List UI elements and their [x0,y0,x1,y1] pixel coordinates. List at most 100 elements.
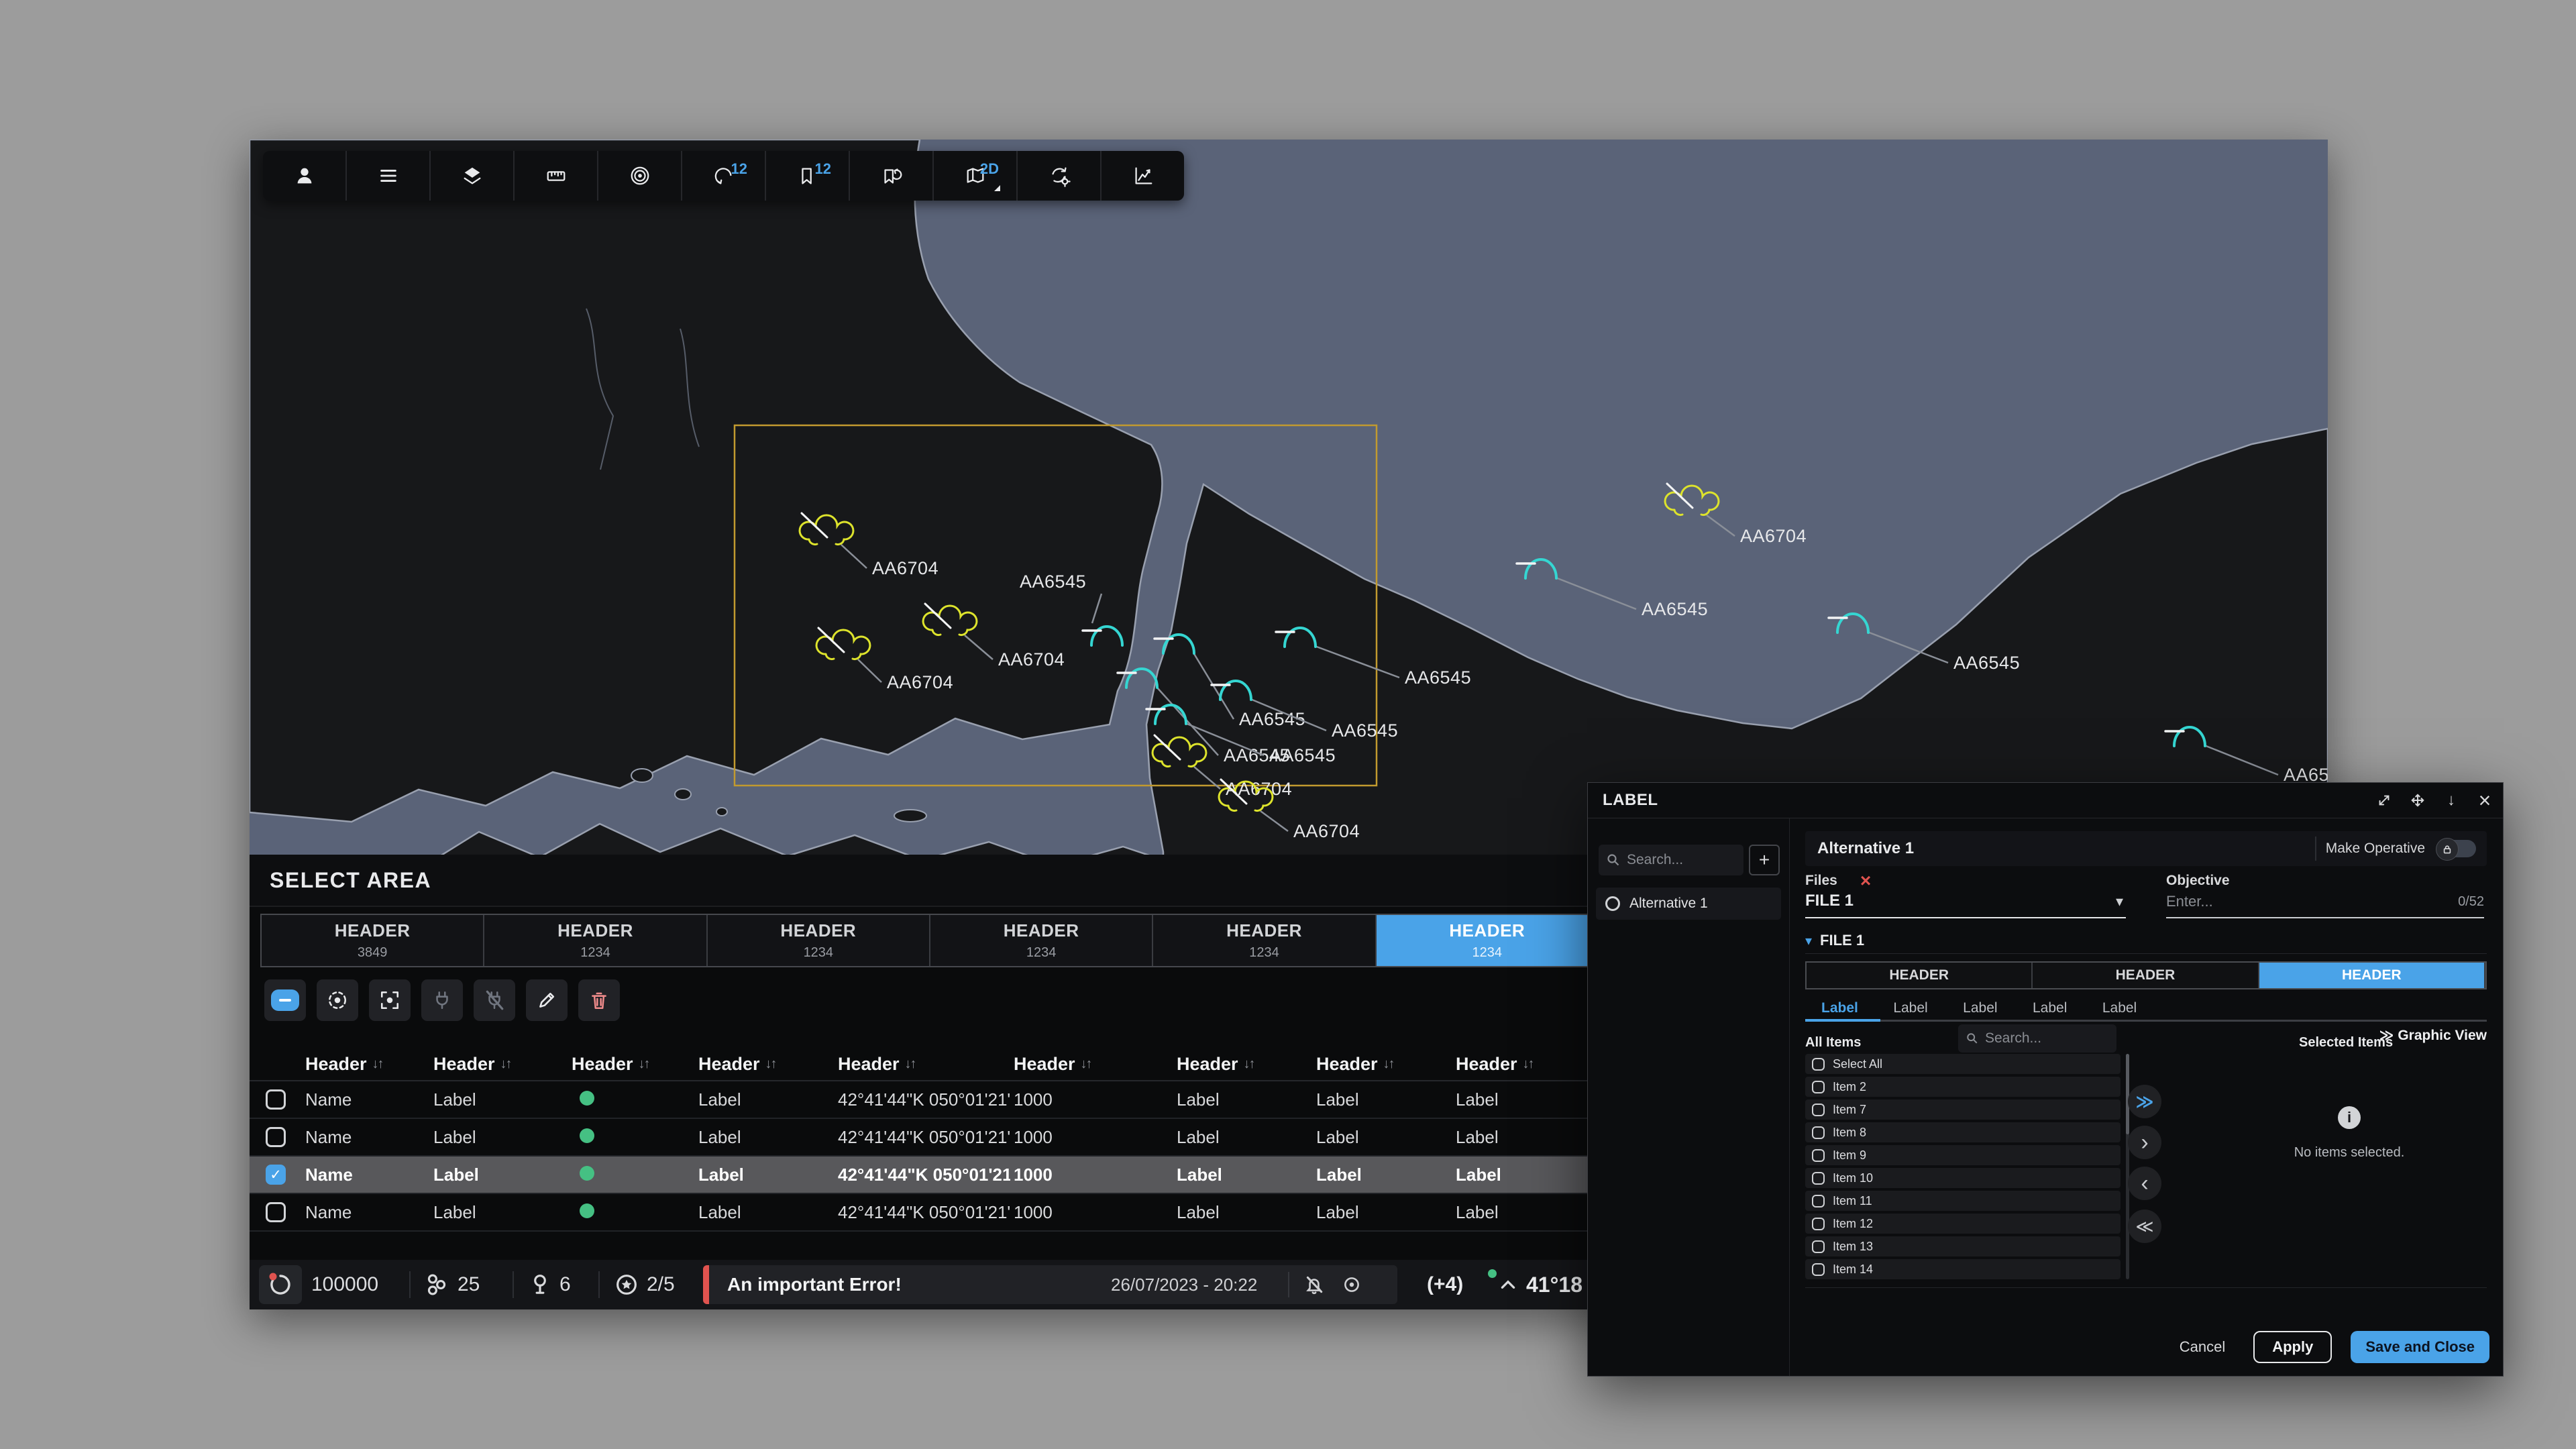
add-alternative-button[interactable]: + [1749,845,1780,875]
header-tab[interactable]: HEADER 1234 [1377,915,1599,966]
plug-off-button[interactable] [474,979,515,1021]
sub-tab[interactable]: Label [2086,998,2153,1019]
list-item[interactable]: Item 12 [1805,1214,2121,1234]
list-item[interactable]: Item 10 [1805,1168,2121,1188]
column-header[interactable]: Header ↓↑ [695,1054,835,1075]
list-scrollbar[interactable] [2126,1054,2129,1279]
header-tab[interactable]: HEADER [2033,963,2259,988]
item-checkbox[interactable] [1812,1195,1825,1208]
make-operative-toggle[interactable] [2437,840,2476,857]
item-label: Select All [1833,1057,1882,1071]
close-button[interactable]: × [2476,792,2493,809]
header-tab[interactable]: HEADER 3849 [262,915,484,966]
scope-icon[interactable] [1342,1275,1362,1298]
map-2d-button[interactable]: 2D [934,151,1018,201]
move-button[interactable] [2409,792,2426,809]
row-checkbox[interactable] [266,1165,286,1185]
bookmark-refresh-button[interactable] [850,151,934,201]
graphic-view-link[interactable]: ≫ Graphic View [2379,1027,2487,1044]
plug-button[interactable] [421,979,463,1021]
item-checkbox[interactable] [1812,1126,1825,1139]
collapse-button[interactable] [264,979,306,1021]
list-item[interactable]: Item 2 [1805,1077,2121,1097]
objective-input[interactable]: Enter... 0/52 [2166,888,2484,918]
row-checkbox[interactable] [266,1089,286,1110]
error-banner[interactable]: An important Error! 26/07/2023 - 20:22 [703,1265,1397,1304]
header-tab[interactable]: HEADER 1234 [1153,915,1376,966]
move-all-left-button[interactable]: ≪ [2128,1210,2161,1243]
focus-button[interactable] [369,979,411,1021]
remove-file-button[interactable]: × [1860,874,1871,888]
apply-button[interactable]: Apply [2253,1331,2332,1363]
radar-button[interactable] [598,151,682,201]
list-item[interactable]: Select All [1805,1054,2121,1074]
move-right-button[interactable]: › [2128,1126,2161,1159]
sub-tab[interactable]: Label [1805,998,1874,1019]
route-arc-button[interactable]: 12 [682,151,766,201]
user-button[interactable] [263,151,347,201]
column-header[interactable]: Header ↓↑ [1173,1054,1313,1075]
item-checkbox[interactable] [1812,1058,1825,1071]
list-item[interactable]: Item 13 [1805,1236,2121,1256]
graphic-view-label: Graphic View [2398,1028,2487,1043]
edit-button[interactable] [526,979,568,1021]
bell-off-icon[interactable] [1304,1275,1324,1298]
layers-button[interactable] [431,151,515,201]
header-tab[interactable]: HEADER 1234 [708,915,930,966]
delete-button[interactable] [578,979,620,1021]
column-header[interactable]: Header ↓↑ [568,1054,695,1075]
items-search-input[interactable]: Search... [1958,1024,2116,1053]
table-row[interactable]: Name Label Label 42°41'44"K 050°01'21"D … [250,1157,1611,1194]
sync-settings-button[interactable] [1018,151,1102,201]
alternative-search-input[interactable]: Search... [1599,845,1743,875]
sub-tab[interactable]: Label [1877,998,1943,1019]
column-header[interactable]: Header ↓↑ [1010,1054,1173,1075]
table-row[interactable]: Name Label Label 42°41'44"K 050°01'21"D … [250,1119,1611,1157]
list-item[interactable]: Item 14 [1805,1259,2121,1279]
ruler-button[interactable] [515,151,598,201]
chevron-up-icon[interactable] [1499,1277,1517,1295]
table-row[interactable]: Name Label Label 42°41'44"K 050°01'21"D … [250,1194,1611,1232]
header-tab[interactable]: HEADER [1807,963,2033,988]
locate-button[interactable] [317,979,358,1021]
list-item[interactable]: Item 9 [1805,1145,2121,1165]
header-tab[interactable]: HEADER 1234 [930,915,1153,966]
item-checkbox[interactable] [1812,1149,1825,1162]
sub-tab[interactable]: Label [2017,998,2083,1019]
expand-button[interactable] [2375,792,2393,809]
dialog-titlebar[interactable]: LABEL ↓ × [1588,783,2503,818]
list-item[interactable]: Item 8 [1805,1122,2121,1142]
item-checkbox[interactable] [1812,1081,1825,1093]
item-checkbox[interactable] [1812,1263,1825,1276]
item-checkbox[interactable] [1812,1104,1825,1116]
file-dropdown[interactable]: FILE 1 ▾ [1805,888,2126,918]
row-checkbox[interactable] [266,1127,286,1147]
overflow-count[interactable]: (+4) [1427,1260,1463,1309]
column-header[interactable]: Header ↓↑ [1313,1054,1452,1075]
column-header[interactable]: Header ↓↑ [835,1054,1010,1075]
list-item[interactable]: Item 7 [1805,1099,2121,1120]
item-checkbox[interactable] [1812,1218,1825,1230]
bookmark-button[interactable]: 12 [766,151,850,201]
file-section-header[interactable]: ▾ FILE 1 [1805,928,2487,954]
item-checkbox[interactable] [1812,1172,1825,1185]
minimize-button[interactable]: ↓ [2443,792,2460,809]
row-checkbox[interactable] [266,1202,286,1222]
divider [513,1271,514,1298]
move-all-right-button[interactable]: ≫ [2128,1085,2161,1118]
cancel-button[interactable]: Cancel [2170,1333,2235,1361]
table-row[interactable]: Name Label Label 42°41'44"K 050°01'21"D … [250,1081,1611,1119]
header-tab[interactable]: HEADER [2259,963,2485,988]
item-checkbox[interactable] [1812,1240,1825,1253]
loading-tile[interactable] [259,1265,302,1304]
header-tab[interactable]: HEADER 1234 [484,915,707,966]
sub-tab[interactable]: Label [1947,998,2013,1019]
list-item[interactable]: Item 11 [1805,1191,2121,1211]
chart-button[interactable] [1102,151,1184,201]
menu-button[interactable] [347,151,431,201]
column-header[interactable]: Header ↓↑ [430,1054,568,1075]
move-left-button[interactable]: ‹ [2128,1167,2161,1200]
column-header[interactable]: Header ↓↑ [302,1054,430,1075]
save-and-close-button[interactable]: Save and Close [2351,1331,2489,1363]
sidebar-item-alternative-1[interactable]: Alternative 1 [1596,888,1781,920]
